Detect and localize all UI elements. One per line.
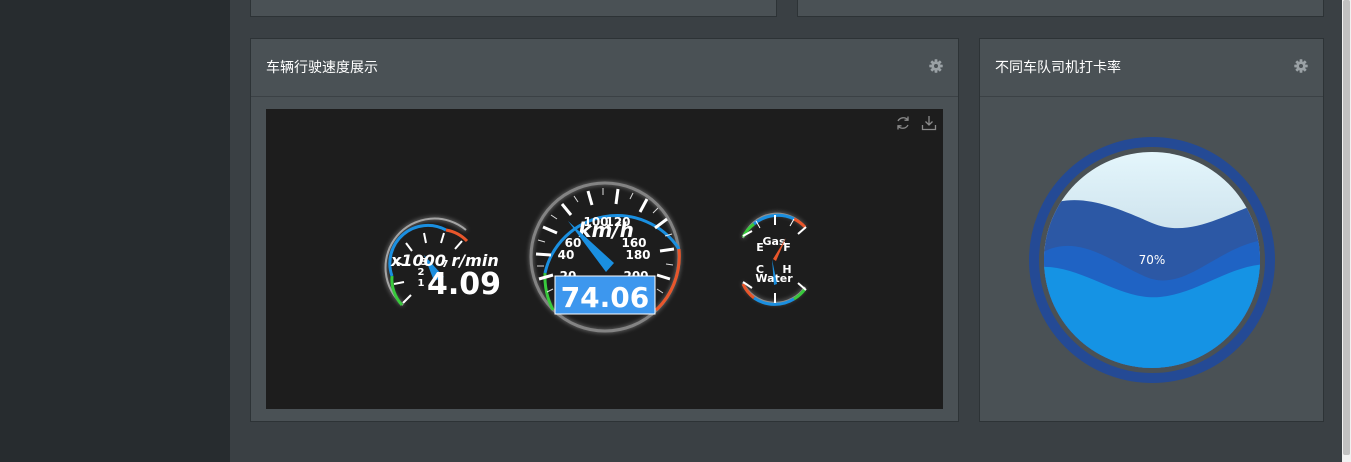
water-temp-gauge: C H Water	[741, 259, 807, 306]
driver-checkin-panel: 不同车队司机打卡率 70%	[979, 38, 1324, 422]
speed-tick: 180	[625, 248, 650, 262]
speed-tick: 40	[558, 248, 575, 262]
vehicle-speed-panel: 车辆行驶速度展示 1 2 3 7 x1000 r/min 4.09 40 60 …	[250, 38, 959, 422]
top-panel-right	[797, 0, 1324, 17]
fuel-empty: E	[756, 241, 764, 254]
speed-gauge: 20 40 60 100 120 160 180 200 km/h 74.06	[529, 181, 681, 333]
gear-icon[interactable]	[929, 59, 943, 73]
rpm-tick: 1	[418, 278, 425, 289]
dashboard-content: 车辆行驶速度展示 1 2 3 7 x1000 r/min 4.09 40 60 …	[230, 0, 1342, 462]
fuel-full: F	[783, 241, 791, 254]
scrollbar[interactable]	[1342, 0, 1351, 462]
rpm-value: 4.09	[427, 267, 501, 302]
speed-value: 74.06	[561, 281, 650, 314]
gauge-chart: 1 2 3 7 x1000 r/min 4.09 40 60 100 120 1…	[266, 109, 943, 409]
liquid-fill-chart: 70%	[1029, 137, 1275, 383]
scrollbar-thumb[interactable]	[1343, 0, 1350, 455]
top-panel-left	[250, 0, 777, 17]
sidebar	[0, 0, 230, 462]
gauges-svg: 1 2 3 7 x1000 r/min 4.09 40 60 100 120 1…	[384, 181, 807, 333]
liquid-value-label: 70%	[1139, 253, 1166, 267]
panel-title: 车辆行驶速度展示	[266, 60, 378, 76]
panel-header: 车辆行驶速度展示	[251, 39, 958, 97]
fuel-gauge: Gas E F	[741, 212, 807, 261]
rpm-gauge: 1 2 3 7 x1000 r/min 4.09	[384, 217, 501, 307]
